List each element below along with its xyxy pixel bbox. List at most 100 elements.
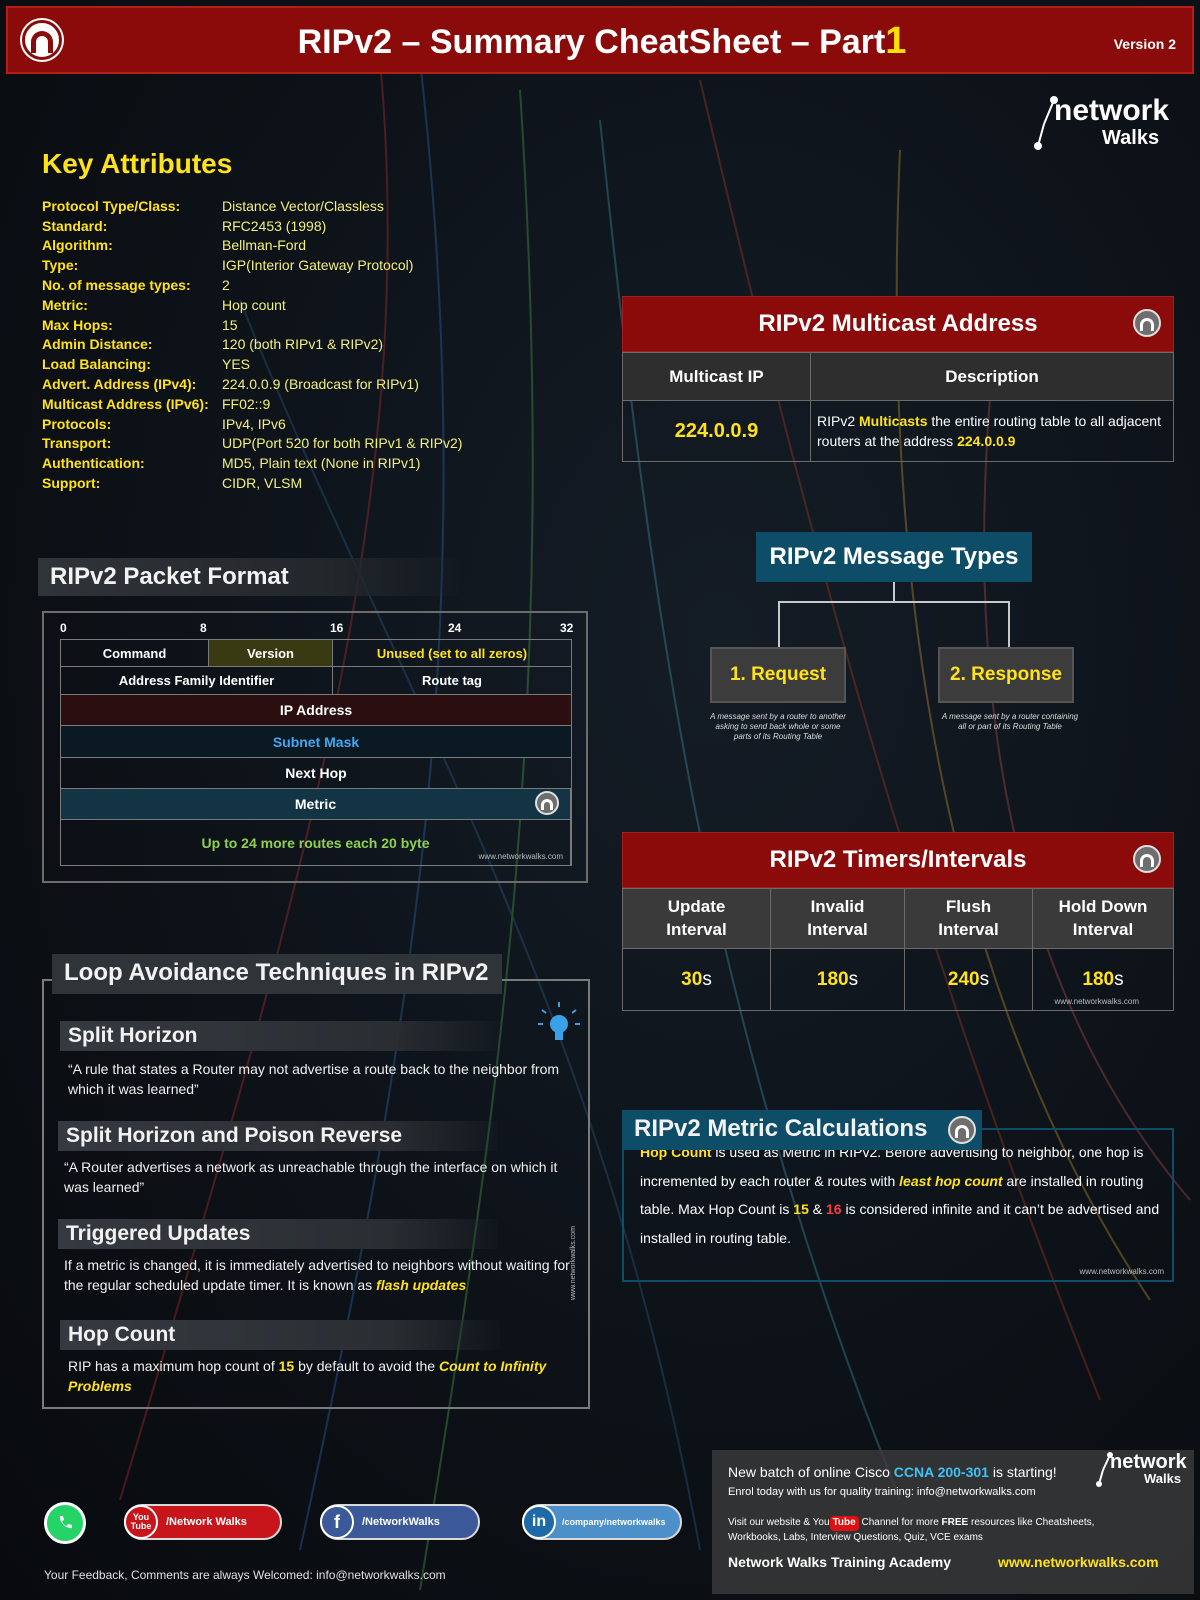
- key-attribute-row: Type: IGP(Interior Gateway Protocol): [42, 255, 462, 275]
- timers-title: RIPv2 Timers/Intervals: [622, 832, 1174, 888]
- key-attribute-value: MD5, Plain text (None in RIPv1): [222, 455, 421, 472]
- packet-format-grid: Command Version Unused (set to all zeros…: [60, 639, 572, 866]
- youtube-link[interactable]: You Tube /Network Walks: [124, 1504, 282, 1540]
- multicast-title-text: RIPv2 Multicast Address: [758, 310, 1038, 337]
- connector-line: [893, 582, 895, 602]
- multicast-col-desc: Description: [811, 353, 1173, 401]
- request-description: A message sent by a router to another as…: [710, 712, 846, 741]
- hop-count-heading: Hop Count: [60, 1320, 500, 1350]
- network-walks-logo-icon: [1133, 845, 1161, 873]
- bit-number: 0: [60, 621, 67, 635]
- key-attribute-value: FF02::9: [222, 395, 271, 412]
- key-attribute-value: 224.0.0.9 (Broadcast for RIPv1): [222, 376, 419, 393]
- packet-row: Up to 24 more routes each 20 byte www.ne…: [60, 820, 572, 866]
- connector-line: [1008, 601, 1010, 647]
- key-attribute-row: Multicast Address (IPv6): FF02::9: [42, 394, 462, 414]
- key-attribute-label: Protocol Type/Class:: [42, 197, 181, 214]
- message-types-title: RIPv2 Message Types: [756, 532, 1032, 582]
- unused-field: Unused (set to all zeros): [376, 645, 528, 661]
- phone-glyph-icon: [59, 1516, 72, 1529]
- key-attribute-label: Authentication:: [42, 455, 145, 472]
- key-attribute-value: CIDR, VLSM: [222, 475, 303, 492]
- key-attribute-value: Distance Vector/Classless: [222, 197, 384, 214]
- facebook-icon: f: [320, 1505, 354, 1539]
- version-label: Version 2: [1113, 36, 1176, 52]
- enrol-text: Enrol today with us for quality training…: [728, 1486, 1036, 1498]
- multicast-description: RIPv2 Multicasts the entire routing tabl…: [817, 413, 1161, 450]
- multicast-title: RIPv2 Multicast Address: [622, 296, 1174, 352]
- connector-line: [778, 601, 780, 647]
- key-attribute-row: No. of message types: 2: [42, 275, 462, 295]
- packet-row: Subnet Mask: [60, 726, 572, 758]
- watermark-url: www.networkwalks.com: [478, 852, 563, 861]
- poison-reverse-heading: Split Horizon and Poison Reverse: [58, 1121, 498, 1151]
- timer-header: Flush Interval: [905, 889, 1033, 949]
- key-attribute-value: 15: [222, 316, 238, 333]
- watermark-url: www.networkwalks.com: [570, 1226, 577, 1300]
- multicast-ip-value: 224.0.0.9: [623, 401, 811, 461]
- triggered-updates-heading: Triggered Updates: [58, 1219, 498, 1249]
- timer-header: Update Interval: [623, 889, 771, 949]
- network-walks-logo-icon: [535, 791, 559, 815]
- afi-field: Address Family Identifier: [61, 667, 333, 694]
- key-attribute-label: Transport:: [42, 435, 112, 452]
- feedback-text: Your Feedback, Comments are always Welco…: [44, 1568, 446, 1582]
- key-attribute-row: Protocol Type/Class: Distance Vector/Clas…: [42, 196, 462, 216]
- key-attribute-label: Load Balancing:: [42, 356, 151, 373]
- bit-number: 8: [200, 621, 207, 635]
- key-attribute-label: Multicast Address (IPv6):: [42, 395, 209, 412]
- response-description: A message sent by a router containing al…: [941, 712, 1079, 731]
- key-attribute-row: Algorithm: Bellman-Ford: [42, 236, 462, 256]
- key-attribute-value: 120 (both RIPv1 & RIPv2): [222, 336, 384, 353]
- key-attribute-label: Type:: [42, 257, 79, 274]
- split-horizon-text: “A rule that states a Router may not adv…: [68, 1061, 560, 1098]
- watermark-url: www.networkwalks.com: [1054, 997, 1139, 1006]
- key-attribute-label: No. of message types:: [42, 277, 191, 294]
- key-attribute-value: RFC2453 (1998): [222, 217, 327, 234]
- multicast-col-ip: Multicast IP: [623, 353, 811, 401]
- poison-reverse-text: “A Router advertises a network as unreac…: [64, 1159, 558, 1196]
- batch-announcement: New batch of online Cisco CCNA 200-301 i…: [728, 1464, 1057, 1480]
- brand-line1: network: [1110, 1451, 1187, 1473]
- brand-line2: Walks: [1102, 127, 1160, 149]
- network-walks-logo-icon: [1133, 309, 1161, 337]
- key-attribute-value: 2: [222, 277, 230, 294]
- key-attribute-label: Advert. Address (IPv4):: [42, 376, 197, 393]
- facebook-link[interactable]: f /NetworkWalks: [320, 1504, 480, 1540]
- key-attribute-row: Admin Distance: 120 (both RIPv1 & RIPv2): [42, 335, 462, 355]
- key-attribute-label: Metric:: [42, 296, 88, 313]
- brand-logo[interactable]: network Walks: [1034, 96, 1169, 150]
- whatsapp-icon[interactable]: [44, 1502, 86, 1544]
- network-nodes-icon: [1034, 96, 1058, 150]
- packet-format-title: RIPv2 Packet Format: [38, 558, 458, 596]
- timer-value: 180 s: [771, 949, 905, 1010]
- key-attribute-label: Admin Distance:: [42, 336, 153, 353]
- metric-calc-box: Hop Count is used as Metric in RIPv2. Be…: [622, 1128, 1174, 1282]
- hop-count-text: RIP has a maximum hop count of 15 by def…: [68, 1358, 547, 1395]
- subnet-mask-field: Subnet Mask: [272, 733, 360, 750]
- timer-value: 30 s: [623, 949, 771, 1010]
- brand-logo: network Walks: [1096, 1451, 1187, 1487]
- linkedin-link[interactable]: in /company/networkwalks: [522, 1504, 682, 1540]
- watermark-url: www.networkwalks.com: [1079, 1267, 1164, 1276]
- metric-field: Metric: [61, 789, 571, 819]
- website-link[interactable]: www.networkwalks.com: [998, 1554, 1159, 1570]
- network-walks-logo-icon: [948, 1116, 976, 1144]
- metric-calc-title-text: RIPv2 Metric Calculations: [634, 1115, 928, 1142]
- key-attribute-value: Bellman-Ford: [222, 237, 307, 254]
- key-attribute-value: Hop count: [222, 296, 286, 313]
- ip-address-field: IP Address: [279, 702, 353, 718]
- header-bar: RIPv2 – Summary CheatSheet – Part1 Versi…: [6, 6, 1194, 74]
- packet-row: IP Address: [60, 695, 572, 726]
- bit-number: 32: [560, 621, 574, 635]
- command-field: Command: [61, 640, 209, 666]
- key-attribute-row: Authentication: MD5, Plain text (None in …: [42, 453, 462, 473]
- facebook-handle: /NetworkWalks: [362, 1516, 440, 1528]
- network-nodes-icon: [1096, 1452, 1113, 1487]
- packet-row: Next Hop: [60, 758, 572, 789]
- key-attribute-value: YES: [222, 356, 251, 373]
- key-attribute-value: IGP(Interior Gateway Protocol): [222, 257, 414, 274]
- key-attribute-label: Protocols:: [42, 415, 112, 432]
- multicast-table: Multicast IP Description 224.0.0.9 RIPv2…: [622, 352, 1174, 462]
- packet-row: Metric: [60, 789, 572, 820]
